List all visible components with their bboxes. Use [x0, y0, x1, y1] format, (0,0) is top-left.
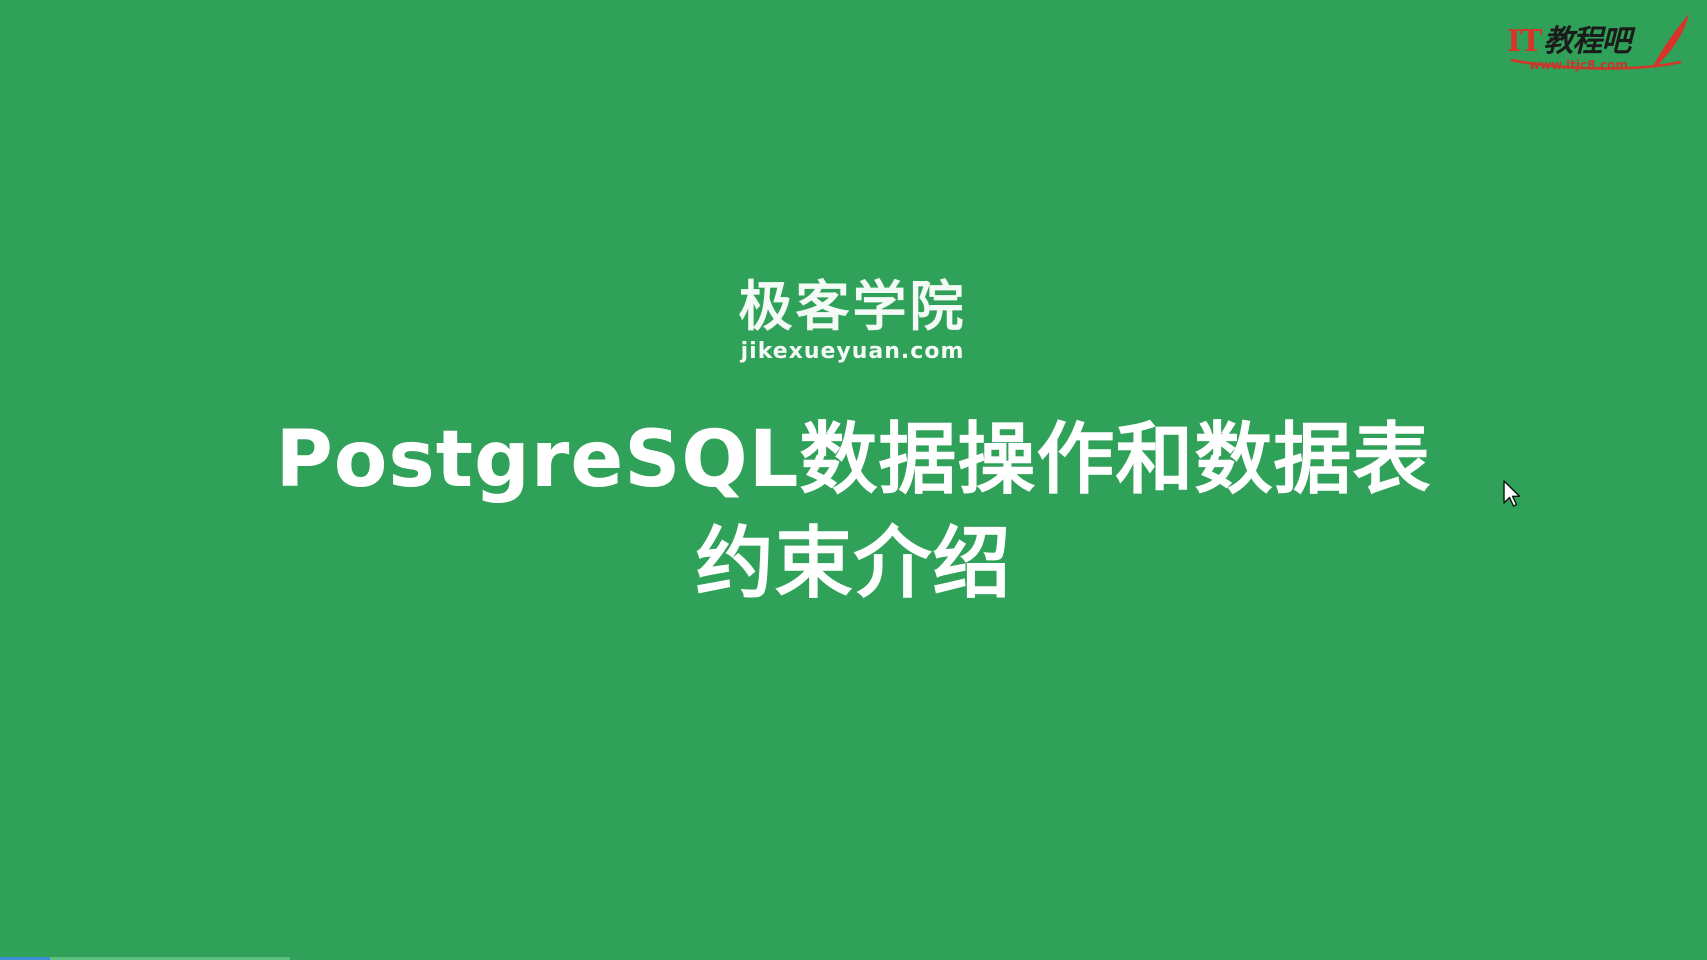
jikexueyuan-logo: 极客学院 jikexueyuan.com	[0, 276, 1707, 366]
watermark-brand: IT教程吧	[1507, 16, 1631, 60]
watermark-prefix: IT	[1507, 24, 1542, 59]
itjc8-watermark-logo: IT教程吧 www.itjc8.com	[1503, 8, 1693, 78]
video-frame: IT教程吧 www.itjc8.com 极客学院 jikexueyuan.com…	[0, 0, 1707, 960]
watermark-brand-text: 教程吧	[1543, 24, 1631, 59]
slide-title: PostgreSQL数据操作和数据表 约束介绍	[0, 408, 1707, 616]
slide-title-line-2: 约束介绍	[695, 519, 1012, 609]
mouse-pointer-icon	[1503, 480, 1521, 507]
slide-title-line-1: PostgreSQL数据操作和数据表	[275, 415, 1432, 505]
logo-name-cn: 极客学院	[738, 275, 967, 338]
logo-name-en: jikexueyuan.com	[740, 339, 965, 364]
watermark-url: www.itjc8.com	[1529, 58, 1628, 72]
